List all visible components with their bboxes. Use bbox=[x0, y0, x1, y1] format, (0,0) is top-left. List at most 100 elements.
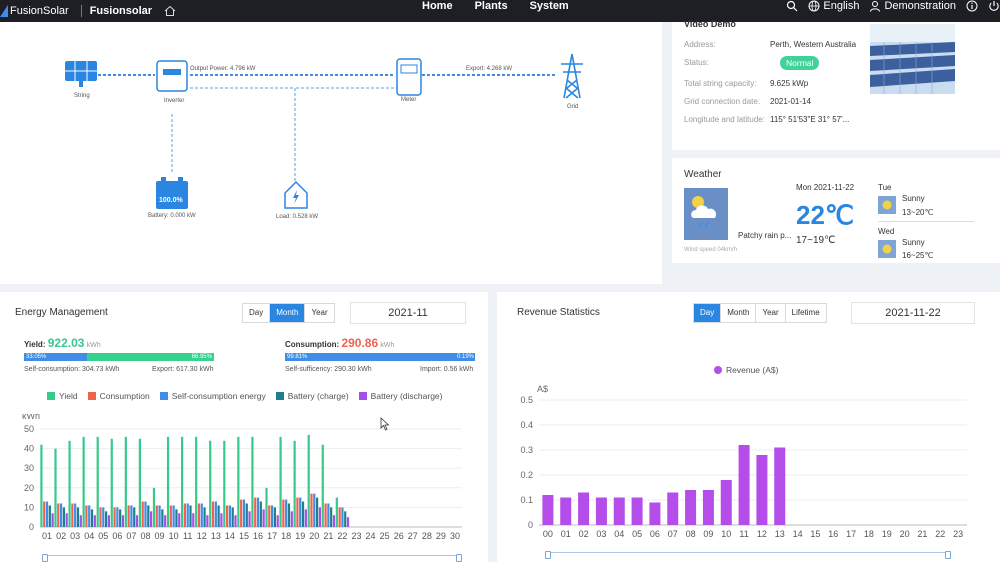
legend-item[interactable]: Consumption bbox=[87, 391, 150, 401]
meter-icon[interactable] bbox=[395, 58, 423, 96]
bar-battery-charge- bbox=[231, 507, 234, 527]
legend-swatch bbox=[275, 392, 284, 400]
revenue-chart-scroll-range[interactable] bbox=[545, 551, 951, 559]
energy-chart-scroll-range[interactable] bbox=[42, 554, 462, 562]
legend-swatch bbox=[47, 392, 55, 400]
grid-tower-icon[interactable] bbox=[556, 52, 588, 100]
status-key: Status: bbox=[684, 58, 709, 67]
revenue-date-picker[interactable]: 2021-11-22 bbox=[851, 302, 975, 324]
bar-battery-charge- bbox=[330, 507, 333, 527]
import-segment: 0.19% bbox=[456, 354, 474, 360]
bar-revenue-a- bbox=[542, 495, 554, 525]
capacity-value: 9.625 kWp bbox=[770, 79, 809, 88]
battery-icon[interactable] bbox=[154, 176, 190, 210]
tab-year[interactable]: Year bbox=[756, 304, 786, 322]
tab-month[interactable]: Month bbox=[270, 304, 306, 322]
tab-day[interactable]: Day bbox=[243, 304, 271, 322]
x-tick-label: 28 bbox=[422, 531, 432, 541]
energy-date-picker[interactable]: 2021-11 bbox=[350, 302, 466, 324]
x-tick-label: 30 bbox=[450, 531, 460, 541]
language-label: English bbox=[823, 0, 860, 12]
legend-label: Self-consumption energy bbox=[171, 391, 266, 401]
x-tick-label: 08 bbox=[140, 531, 150, 541]
tab-day[interactable]: Day bbox=[694, 304, 722, 322]
bar-yield bbox=[335, 497, 338, 527]
legend-label: Battery (discharge) bbox=[370, 391, 443, 401]
self-consumption-text: Self-consumption: 304.73 kWh bbox=[24, 366, 120, 373]
bar-battery-discharge- bbox=[107, 515, 110, 527]
x-tick-label: 05 bbox=[632, 529, 642, 539]
x-tick-label: 16 bbox=[828, 529, 838, 539]
x-tick-label: 06 bbox=[650, 529, 660, 539]
bar-revenue-a- bbox=[756, 455, 768, 525]
revenue-chart-legend: Revenue (A$) bbox=[714, 365, 778, 375]
x-tick-label: 20 bbox=[309, 531, 319, 541]
bar-consumption bbox=[282, 499, 285, 527]
y-tick-label: 0.3 bbox=[520, 445, 533, 455]
x-tick-label: 11 bbox=[739, 529, 748, 539]
bar-battery-discharge- bbox=[150, 511, 153, 527]
nav-plants[interactable]: Plants bbox=[475, 0, 508, 12]
coordinates-key: Longitude and latitude: bbox=[684, 115, 765, 124]
legend-item[interactable]: Revenue (A$) bbox=[714, 365, 778, 375]
tab-year[interactable]: Year bbox=[305, 304, 333, 322]
x-tick-label: 02 bbox=[56, 531, 66, 541]
x-tick-label: 15 bbox=[239, 531, 249, 541]
search-icon[interactable] bbox=[786, 0, 798, 12]
bar-self-consumption-energy bbox=[102, 507, 105, 527]
x-tick-label: 12 bbox=[197, 531, 207, 541]
legend-item[interactable]: Battery (discharge) bbox=[358, 391, 443, 401]
bar-yield bbox=[321, 444, 324, 527]
bar-battery-charge- bbox=[245, 503, 248, 527]
info-icon[interactable] bbox=[966, 0, 978, 12]
x-tick-label: 12 bbox=[757, 529, 767, 539]
bar-yield bbox=[279, 436, 282, 527]
tab-month[interactable]: Month bbox=[721, 304, 757, 322]
forecast-desc-1: Sunny bbox=[902, 194, 925, 203]
legend-label: Yield bbox=[59, 391, 78, 401]
tab-lifetime[interactable]: Lifetime bbox=[786, 304, 826, 322]
home-icon[interactable] bbox=[164, 5, 176, 17]
bar-revenue-a- bbox=[702, 490, 714, 525]
load-house-icon[interactable] bbox=[283, 180, 309, 210]
logout-icon[interactable] bbox=[988, 0, 1000, 12]
y-axis-label: A$ bbox=[537, 384, 548, 394]
bar-revenue-a- bbox=[649, 502, 661, 525]
x-tick-label: 15 bbox=[810, 529, 820, 539]
legend-item[interactable]: Self-consumption energy bbox=[159, 391, 266, 401]
y-tick-label: 40 bbox=[24, 444, 34, 454]
legend-item[interactable]: Yield bbox=[47, 391, 78, 401]
yield-value: 922.03 bbox=[47, 336, 85, 350]
nav-system[interactable]: System bbox=[530, 0, 569, 12]
forecast-day-1: Tue bbox=[878, 183, 892, 192]
bar-self-consumption-energy bbox=[45, 501, 49, 527]
y-tick-label: 0.1 bbox=[520, 495, 533, 505]
x-tick-label: 29 bbox=[436, 531, 446, 541]
user-menu[interactable]: Demonstration bbox=[869, 0, 956, 12]
consumption-unit: kWh bbox=[380, 342, 395, 349]
language-selector[interactable]: English bbox=[808, 0, 859, 12]
bar-yield bbox=[124, 436, 127, 527]
bar-consumption bbox=[99, 507, 102, 527]
bar-battery-discharge- bbox=[332, 515, 336, 527]
brand[interactable]: FusionSolar bbox=[0, 0, 69, 22]
x-tick-label: 25 bbox=[380, 531, 390, 541]
legend-swatch bbox=[358, 392, 367, 400]
bar-self-consumption-energy bbox=[228, 505, 231, 527]
nav-home[interactable]: Home bbox=[422, 0, 453, 12]
legend-item[interactable]: Battery (charge) bbox=[275, 391, 349, 401]
x-tick-label: 16 bbox=[253, 531, 263, 541]
pv-string-icon[interactable] bbox=[63, 58, 99, 90]
bar-battery-charge- bbox=[48, 505, 51, 527]
x-tick-label: 21 bbox=[323, 531, 333, 541]
inverter-icon[interactable] bbox=[155, 60, 189, 94]
user-icon bbox=[870, 1, 881, 12]
grid-date-key: Grid connection date: bbox=[684, 97, 761, 106]
bar-battery-discharge- bbox=[206, 515, 209, 527]
y-tick-label: 0.4 bbox=[520, 420, 533, 430]
yield-summary: Yield: 922.03 kWh bbox=[24, 336, 101, 350]
export-text: Export: 617.30 kWh bbox=[152, 366, 214, 373]
bar-revenue-a- bbox=[774, 447, 786, 525]
x-tick-label: 06 bbox=[112, 531, 122, 541]
sunny-icon bbox=[878, 196, 896, 214]
